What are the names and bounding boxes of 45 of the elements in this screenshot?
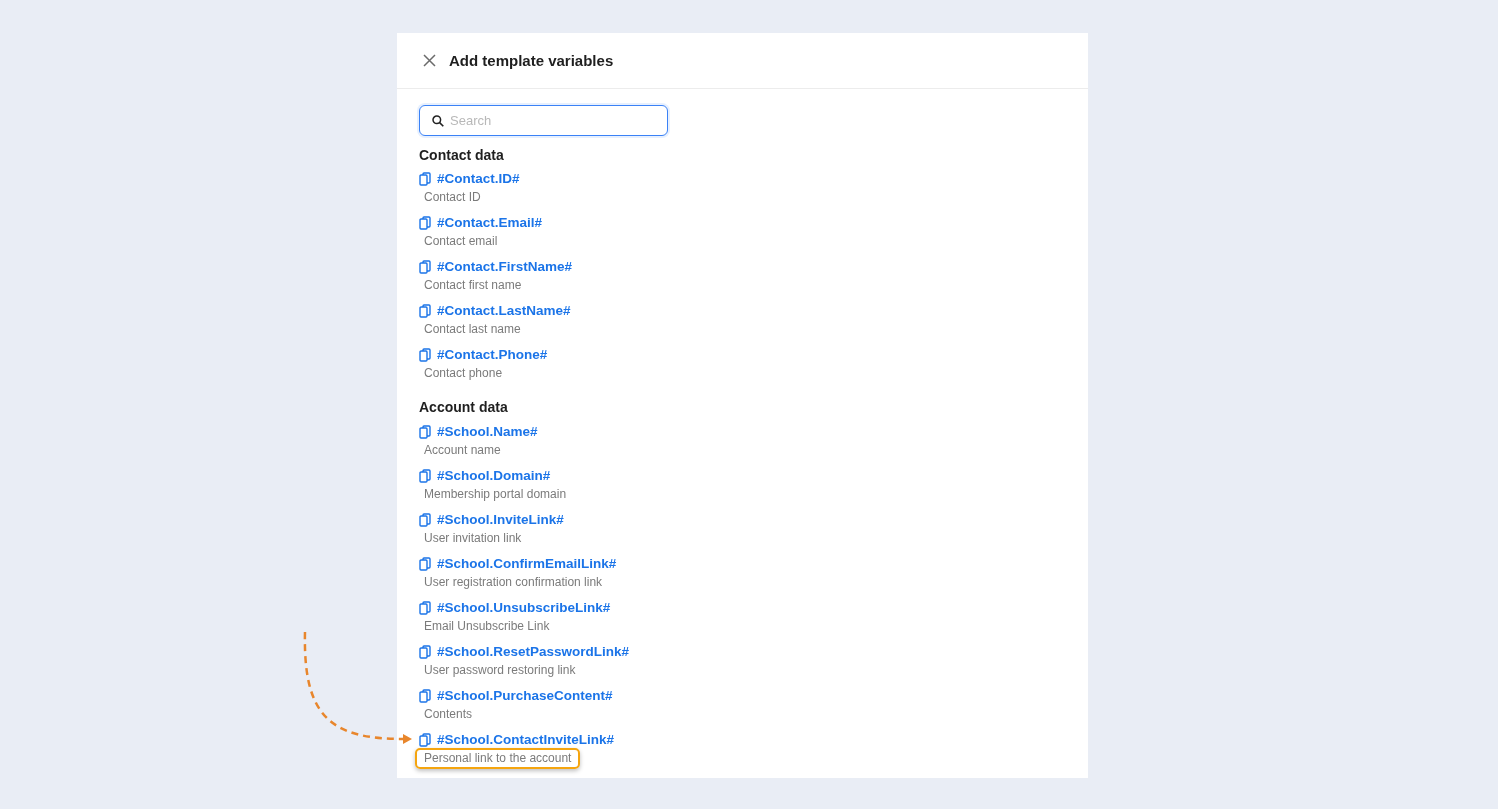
variable-description: Personal link to the account (424, 750, 572, 767)
copy-icon (419, 601, 431, 615)
copy-icon (419, 469, 431, 483)
variable-description: Contact phone (424, 365, 503, 382)
variable-link[interactable]: #School.ContactInviteLink# (419, 730, 615, 750)
copy-icon (419, 733, 431, 747)
variable-link[interactable]: #School.Name# (419, 422, 538, 442)
section-heading: Contact data (419, 146, 504, 165)
copy-icon (419, 304, 431, 318)
variable-description: Membership portal domain (424, 486, 567, 503)
search-field[interactable]: Search (419, 105, 668, 136)
variable-description: Contact first name (424, 277, 522, 294)
variable-link[interactable]: #School.UnsubscribeLink# (419, 598, 611, 618)
variable-link[interactable]: #Contact.LastName# (419, 301, 571, 321)
variable-description: User registration confirmation link (424, 574, 603, 591)
variable-description: Account name (424, 442, 501, 459)
copy-icon (419, 348, 431, 362)
variable-link[interactable]: #Contact.ID# (419, 169, 520, 189)
variable-description: Contents (424, 706, 473, 723)
copy-icon (419, 425, 431, 439)
variable-link[interactable]: #School.ResetPasswordLink# (419, 642, 630, 662)
variable-description: User password restoring link (424, 662, 576, 679)
variable-link[interactable]: #School.ConfirmEmailLink# (419, 554, 617, 574)
copy-icon (419, 513, 431, 527)
variable-link[interactable]: #Contact.FirstName# (419, 257, 573, 277)
search-icon (432, 115, 444, 127)
copy-icon (419, 557, 431, 571)
variable-link[interactable]: #School.Domain# (419, 466, 551, 486)
variable-description: Contact last name (424, 321, 521, 338)
variable-link[interactable]: #Contact.Phone# (419, 345, 548, 365)
copy-icon (419, 216, 431, 230)
copy-icon (419, 260, 431, 274)
dialog-title: Add template variables (449, 50, 614, 71)
variable-description: Contact ID (424, 189, 481, 206)
variable-description: Contact email (424, 233, 498, 250)
variable-description: User invitation link (424, 530, 522, 547)
variable-link[interactable]: #School.PurchaseContent# (419, 686, 613, 706)
variable-link[interactable]: #Contact.Email# (419, 213, 543, 233)
section-heading: Account data (419, 398, 508, 417)
variable-description: Email Unsubscribe Link (424, 618, 550, 635)
copy-icon (419, 645, 431, 659)
variable-link[interactable]: #School.InviteLink# (419, 510, 564, 530)
copy-icon (419, 172, 431, 186)
copy-icon (419, 689, 431, 703)
close-icon (422, 54, 436, 67)
